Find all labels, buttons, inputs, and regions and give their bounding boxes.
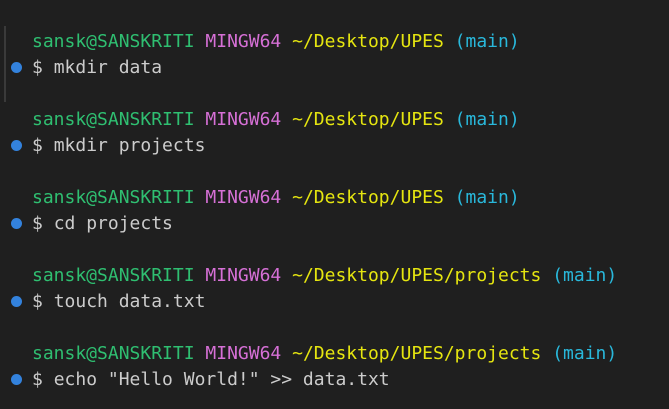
prompt-path: ~/Desktop/UPES bbox=[292, 187, 444, 208]
prompt-user-host: sansk@SANSKRITI bbox=[32, 109, 195, 130]
prompt-branch: (main) bbox=[454, 187, 520, 208]
circle-dot-icon[interactable] bbox=[11, 374, 22, 385]
command-text: touch data.txt bbox=[53, 291, 206, 312]
prompt-line: sansk@SANSKRITI MINGW64 ~/Desktop/UPES/p… bbox=[32, 341, 617, 367]
circle-dot-icon[interactable] bbox=[11, 296, 22, 307]
prompt-path: ~/Desktop/UPES/projects bbox=[292, 265, 542, 286]
prompt-system: MINGW64 bbox=[205, 109, 282, 130]
prompt-branch: (main) bbox=[552, 265, 618, 286]
command-text: cd projects bbox=[53, 213, 173, 234]
command-line: $ mkdir projects bbox=[32, 133, 205, 159]
terminal-panel[interactable]: sansk@SANSKRITI MINGW64 ~/Desktop/UPES (… bbox=[0, 0, 669, 409]
prompt-user-host: sansk@SANSKRITI bbox=[32, 265, 195, 286]
command-line: $ mkdir data bbox=[32, 55, 162, 81]
prompt-system: MINGW64 bbox=[205, 343, 282, 364]
prompt-system: MINGW64 bbox=[205, 31, 282, 52]
prompt-path: ~/Desktop/UPES/projects bbox=[292, 343, 542, 364]
prompt-line: sansk@SANSKRITI MINGW64 ~/Desktop/UPES (… bbox=[32, 107, 520, 133]
prompt-line: sansk@SANSKRITI MINGW64 ~/Desktop/UPES (… bbox=[32, 29, 520, 55]
command-text: mkdir data bbox=[53, 57, 163, 78]
prompt-symbol: $ bbox=[32, 369, 43, 390]
prompt-branch: (main) bbox=[454, 31, 520, 52]
prompt-user-host: sansk@SANSKRITI bbox=[32, 187, 195, 208]
prompt-branch: (main) bbox=[454, 109, 520, 130]
prompt-symbol: $ bbox=[32, 291, 43, 312]
command-text: mkdir projects bbox=[53, 135, 206, 156]
prompt-system: MINGW64 bbox=[205, 265, 282, 286]
prompt-path: ~/Desktop/UPES bbox=[292, 109, 444, 130]
scrollbar-marker bbox=[4, 26, 6, 102]
prompt-user-host: sansk@SANSKRITI bbox=[32, 31, 195, 52]
prompt-path: ~/Desktop/UPES bbox=[292, 31, 444, 52]
command-line: $ echo "Hello World!" >> data.txt bbox=[32, 367, 390, 393]
prompt-symbol: $ bbox=[32, 57, 43, 78]
prompt-branch: (main) bbox=[552, 343, 618, 364]
prompt-symbol: $ bbox=[32, 135, 43, 156]
prompt-user-host: sansk@SANSKRITI bbox=[32, 343, 195, 364]
prompt-symbol: $ bbox=[32, 213, 43, 234]
prompt-line: sansk@SANSKRITI MINGW64 ~/Desktop/UPES/p… bbox=[32, 263, 617, 289]
prompt-line: sansk@SANSKRITI MINGW64 ~/Desktop/UPES (… bbox=[32, 185, 520, 211]
prompt-system: MINGW64 bbox=[205, 187, 282, 208]
circle-dot-icon[interactable] bbox=[11, 218, 22, 229]
command-text: echo "Hello World!" >> data.txt bbox=[53, 369, 390, 390]
command-line: $ touch data.txt bbox=[32, 289, 205, 315]
circle-dot-icon[interactable] bbox=[11, 62, 22, 73]
circle-dot-icon[interactable] bbox=[11, 140, 22, 151]
command-line: $ cd projects bbox=[32, 211, 173, 237]
